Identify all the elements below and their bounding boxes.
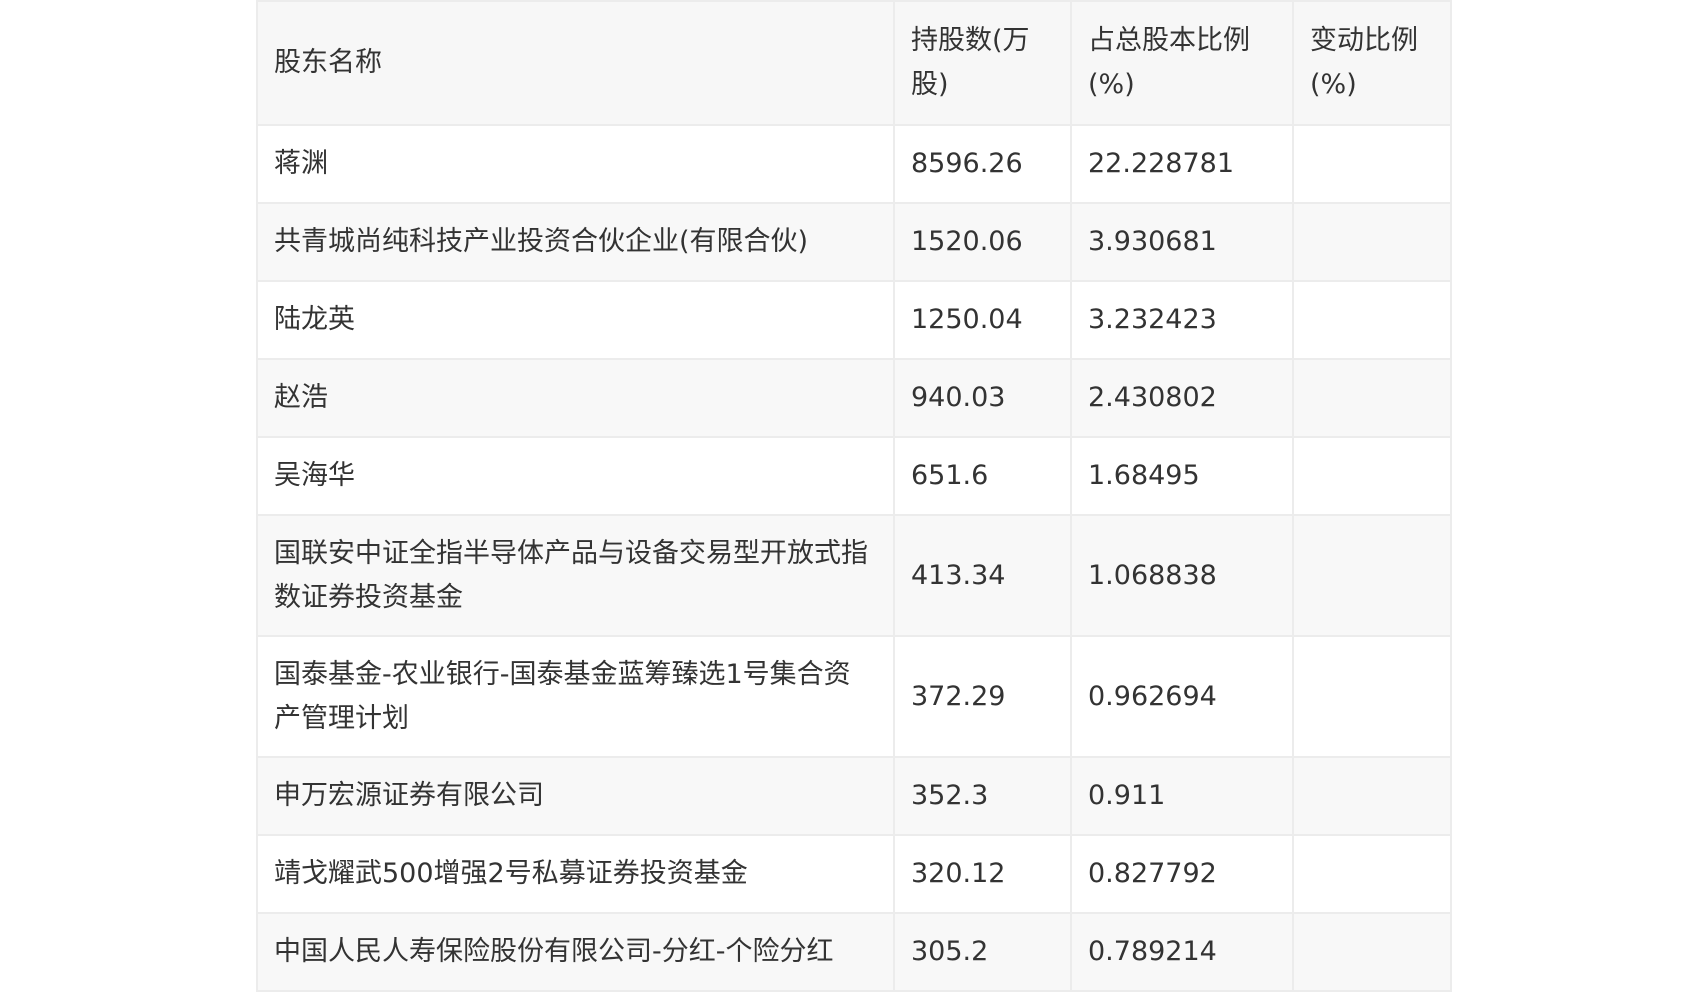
cell-shareholder-name: 中国人民人寿保险股份有限公司-分红-个险分红 [256, 912, 895, 992]
cell-change-ratio [1292, 912, 1452, 992]
header-change-ratio: 变动比例(%) [1292, 0, 1452, 126]
table-row: 蒋渊 8596.26 22.228781 [256, 124, 1452, 204]
cell-shares-held: 940.03 [893, 358, 1072, 438]
cell-share-ratio: 0.789214 [1070, 912, 1294, 992]
cell-shares-held: 305.2 [893, 912, 1072, 992]
table-row: 吴海华 651.6 1.68495 [256, 436, 1452, 516]
cell-change-ratio [1292, 124, 1452, 204]
cell-shareholder-name: 国联安中证全指半导体产品与设备交易型开放式指数证券投资基金 [256, 514, 895, 637]
cell-shares-held: 320.12 [893, 834, 1072, 914]
table-row: 赵浩 940.03 2.430802 [256, 358, 1452, 438]
table-row: 国泰基金-农业银行-国泰基金蓝筹臻选1号集合资产管理计划 372.29 0.96… [256, 635, 1452, 758]
cell-shareholder-name: 赵浩 [256, 358, 895, 438]
header-share-ratio: 占总股本比例(%) [1070, 0, 1294, 126]
cell-share-ratio: 1.068838 [1070, 514, 1294, 637]
header-shares-held: 持股数(万股) [893, 0, 1072, 126]
cell-share-ratio: 3.930681 [1070, 202, 1294, 282]
header-shareholder-name: 股东名称 [256, 0, 895, 126]
shareholder-table: 股东名称 持股数(万股) 占总股本比例(%) 变动比例(%) 蒋渊 8596.2… [256, 0, 1452, 992]
cell-share-ratio: 0.911 [1070, 756, 1294, 836]
cell-change-ratio [1292, 202, 1452, 282]
cell-shares-held: 8596.26 [893, 124, 1072, 204]
table-row: 申万宏源证券有限公司 352.3 0.911 [256, 756, 1452, 836]
cell-shares-held: 1250.04 [893, 280, 1072, 360]
cell-shares-held: 413.34 [893, 514, 1072, 637]
table-header: 股东名称 持股数(万股) 占总股本比例(%) 变动比例(%) [256, 0, 1452, 126]
cell-shareholder-name: 靖戈耀武500增强2号私募证券投资基金 [256, 834, 895, 914]
cell-change-ratio [1292, 834, 1452, 914]
table-row: 共青城尚纯科技产业投资合伙企业(有限合伙) 1520.06 3.930681 [256, 202, 1452, 282]
header-row: 股东名称 持股数(万股) 占总股本比例(%) 变动比例(%) [256, 0, 1452, 126]
table-row: 国联安中证全指半导体产品与设备交易型开放式指数证券投资基金 413.34 1.0… [256, 514, 1452, 637]
cell-shareholder-name: 共青城尚纯科技产业投资合伙企业(有限合伙) [256, 202, 895, 282]
cell-change-ratio [1292, 756, 1452, 836]
cell-share-ratio: 1.68495 [1070, 436, 1294, 516]
cell-share-ratio: 0.827792 [1070, 834, 1294, 914]
cell-share-ratio: 0.962694 [1070, 635, 1294, 758]
cell-share-ratio: 2.430802 [1070, 358, 1294, 438]
cell-shareholder-name: 蒋渊 [256, 124, 895, 204]
cell-shares-held: 1520.06 [893, 202, 1072, 282]
table-body: 蒋渊 8596.26 22.228781 共青城尚纯科技产业投资合伙企业(有限合… [256, 124, 1452, 992]
cell-share-ratio: 22.228781 [1070, 124, 1294, 204]
table-row: 中国人民人寿保险股份有限公司-分红-个险分红 305.2 0.789214 [256, 912, 1452, 992]
table-row: 陆龙英 1250.04 3.232423 [256, 280, 1452, 360]
cell-shares-held: 352.3 [893, 756, 1072, 836]
cell-shares-held: 372.29 [893, 635, 1072, 758]
cell-shareholder-name: 国泰基金-农业银行-国泰基金蓝筹臻选1号集合资产管理计划 [256, 635, 895, 758]
cell-change-ratio [1292, 280, 1452, 360]
cell-change-ratio [1292, 436, 1452, 516]
cell-change-ratio [1292, 635, 1452, 758]
cell-shareholder-name: 陆龙英 [256, 280, 895, 360]
cell-change-ratio [1292, 358, 1452, 438]
cell-shares-held: 651.6 [893, 436, 1072, 516]
cell-shareholder-name: 申万宏源证券有限公司 [256, 756, 895, 836]
cell-share-ratio: 3.232423 [1070, 280, 1294, 360]
cell-shareholder-name: 吴海华 [256, 436, 895, 516]
cell-change-ratio [1292, 514, 1452, 637]
shareholder-table-container: 股东名称 持股数(万股) 占总股本比例(%) 变动比例(%) 蒋渊 8596.2… [256, 0, 1452, 992]
table-row: 靖戈耀武500增强2号私募证券投资基金 320.12 0.827792 [256, 834, 1452, 914]
